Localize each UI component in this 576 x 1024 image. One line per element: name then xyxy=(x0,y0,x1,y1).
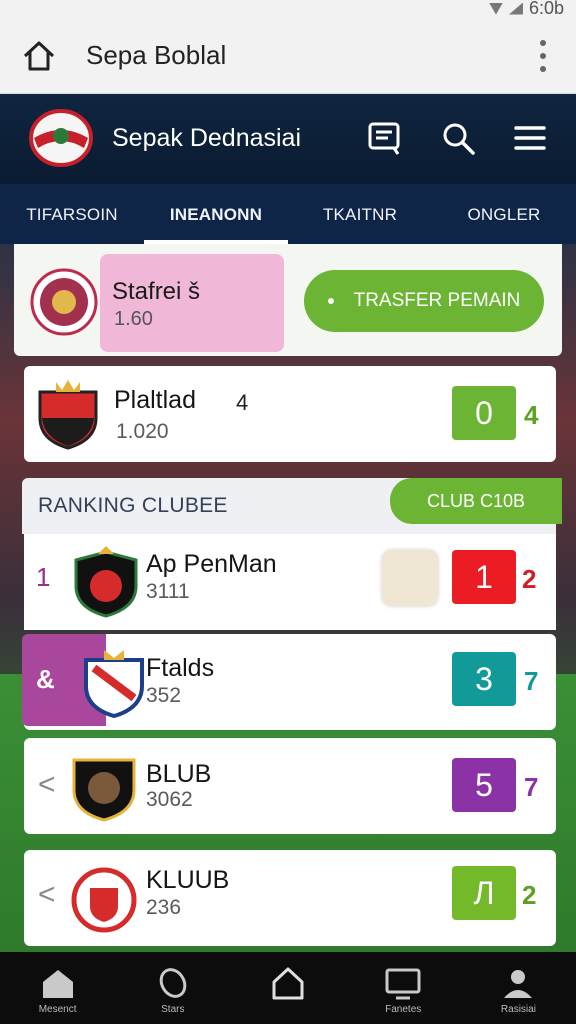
nav-label: Rasisiai xyxy=(500,1004,536,1015)
menu-icon[interactable] xyxy=(512,120,548,156)
rank-position: 1 xyxy=(36,562,51,592)
club-name: Ap PenMan xyxy=(146,550,277,578)
club-crest-icon xyxy=(84,650,144,718)
transfer-label: TRASFER PEMAIN xyxy=(353,290,521,311)
nav-label: Mesenct xyxy=(38,1004,77,1015)
tab-bar: TIFARSOIN INEANONN TKAITNR ONGLER xyxy=(0,184,576,244)
club-thumbnail xyxy=(382,550,438,606)
bottom-nav: Mesenct Stars Fanetes Rasisiai xyxy=(0,952,576,1024)
club-name: KLUUB xyxy=(146,866,230,894)
nav-item-fanetes[interactable]: Fanetes xyxy=(346,952,461,1024)
ranking-row[interactable]: & Ftalds 352 3 7 xyxy=(22,634,556,730)
club-extra: 4 xyxy=(236,390,249,415)
tab-2[interactable]: INEANONN xyxy=(144,184,288,244)
club-points: 3111 xyxy=(146,580,190,603)
rank-position: & xyxy=(36,664,55,694)
transfer-button[interactable]: TRASFER PEMAIN xyxy=(304,270,544,332)
home-icon xyxy=(272,967,304,1000)
club-points: 236 xyxy=(146,896,182,919)
app-title: Sepak Dednasiai xyxy=(112,124,302,152)
score-badge: 1 xyxy=(452,550,516,604)
status-time: 6:0b xyxy=(528,0,564,18)
nav-item-stars[interactable]: Stars xyxy=(115,952,230,1024)
stadium-icon xyxy=(42,970,73,998)
wifi-icon xyxy=(488,2,503,15)
club-crest-icon xyxy=(71,867,137,933)
club-name: Ftalds xyxy=(146,654,215,682)
status-bar: 6:0b xyxy=(0,0,576,18)
club-points: 3062 xyxy=(146,788,193,811)
highlight-club-card[interactable]: Plaltlad 4 1.020 0 4 xyxy=(24,366,556,462)
club-name: Plaltlad xyxy=(114,386,196,414)
side-number: 7 xyxy=(524,772,539,802)
player-name: Stafrei š xyxy=(112,278,201,305)
score-badge: 5 xyxy=(452,758,516,812)
score-badge: 3 xyxy=(452,652,516,706)
rank-position: < xyxy=(38,768,56,801)
club-crest-icon xyxy=(72,758,136,822)
featured-player-card[interactable]: Stafrei š 1.60 TRASFER PEMAIN xyxy=(14,244,562,356)
more-options-icon[interactable] xyxy=(540,40,546,72)
ranking-row[interactable]: < KLUUB 236 Л 2 xyxy=(24,850,556,946)
nav-label: Fanetes xyxy=(385,1004,422,1015)
nav-item-rasisiai[interactable]: Rasisiai xyxy=(461,952,576,1024)
club-crest-icon xyxy=(30,268,98,336)
club-points: 1.020 xyxy=(116,420,169,443)
tab-3[interactable]: TKAITNR xyxy=(288,184,432,244)
club-button[interactable]: CLUB C10B xyxy=(390,478,562,524)
ranking-title: RANKING CLUBEE xyxy=(38,494,228,517)
news-icon[interactable] xyxy=(366,120,402,156)
search-icon[interactable] xyxy=(440,120,476,156)
app-header: Sepak Dednasiai xyxy=(0,94,576,184)
ranking-row[interactable]: 1 Ap PenMan 3111 1 2 xyxy=(24,534,556,630)
screen-icon xyxy=(385,968,421,1000)
ranking-row[interactable]: < BLUB 3062 5 7 xyxy=(24,738,556,834)
side-number: 7 xyxy=(524,666,539,696)
side-number: 2 xyxy=(522,880,537,910)
status-right: 6:0b xyxy=(488,0,564,19)
score-badge: Л xyxy=(452,866,516,920)
ranking-header: RANKING CLUBEE CLUB C10B xyxy=(22,478,562,534)
home-icon[interactable] xyxy=(22,40,56,72)
app-logo xyxy=(29,109,93,167)
nav-item-home[interactable] xyxy=(230,952,345,1024)
profile-icon xyxy=(504,970,533,998)
browser-title: Sepa Boblal xyxy=(86,40,227,70)
side-number: 2 xyxy=(522,564,537,594)
score-badge: 0 xyxy=(452,386,516,440)
player-value: 1.60 xyxy=(114,308,153,330)
browser-bar: Sepa Boblal xyxy=(0,18,576,94)
tab-1[interactable]: TIFARSOIN xyxy=(0,184,144,244)
tab-4[interactable]: ONGLER xyxy=(432,184,576,244)
club-crest-icon xyxy=(38,380,98,450)
ball-icon xyxy=(159,968,187,998)
nav-item-mesenct[interactable]: Mesenct xyxy=(0,952,115,1024)
rank-position: < xyxy=(38,878,56,911)
club-crest-icon xyxy=(74,546,138,618)
club-name: BLUB xyxy=(146,760,212,788)
dot-icon xyxy=(327,297,334,304)
nav-label: Stars xyxy=(161,1004,185,1015)
club-points: 352 xyxy=(146,684,182,707)
signal-icon xyxy=(508,2,523,15)
side-number: 4 xyxy=(524,400,539,430)
